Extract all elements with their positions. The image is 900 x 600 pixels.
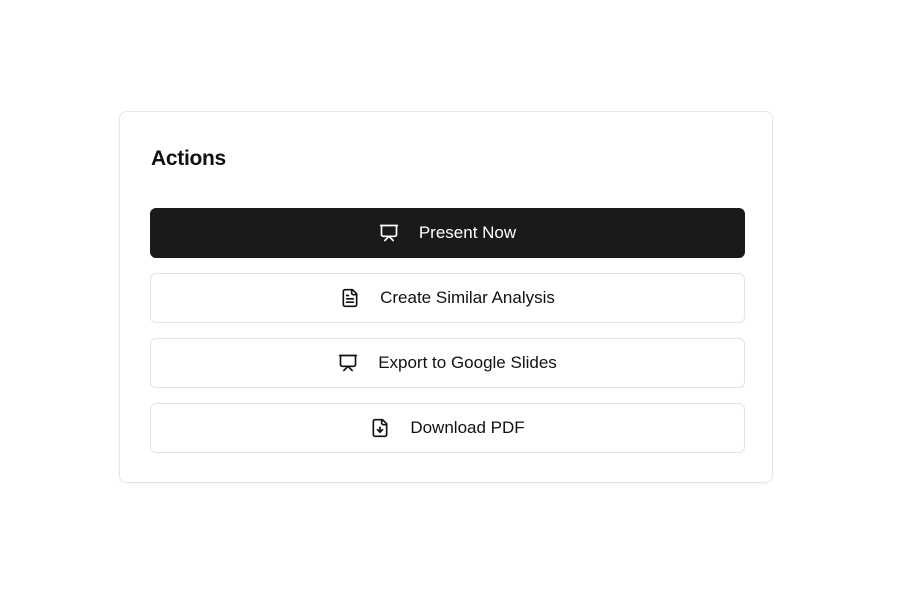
card-title: Actions xyxy=(151,147,226,170)
export-to-google-slides-label: Export to Google Slides xyxy=(378,353,557,372)
download-pdf-label: Download PDF xyxy=(410,418,525,437)
download-pdf-button[interactable]: Download PDF xyxy=(150,403,745,453)
actions-card: Actions Present Now Create Similar Analy… xyxy=(119,111,773,483)
file-download-icon xyxy=(370,418,390,438)
presentation-icon xyxy=(379,223,399,243)
create-similar-analysis-label: Create Similar Analysis xyxy=(380,288,555,307)
present-now-label: Present Now xyxy=(418,223,517,242)
document-icon xyxy=(340,288,360,308)
presentation-icon xyxy=(338,353,358,373)
create-similar-analysis-button[interactable]: Create Similar Analysis xyxy=(150,273,745,323)
export-to-google-slides-button[interactable]: Export to Google Slides xyxy=(150,338,745,388)
present-now-button[interactable]: Present Now xyxy=(150,208,745,258)
